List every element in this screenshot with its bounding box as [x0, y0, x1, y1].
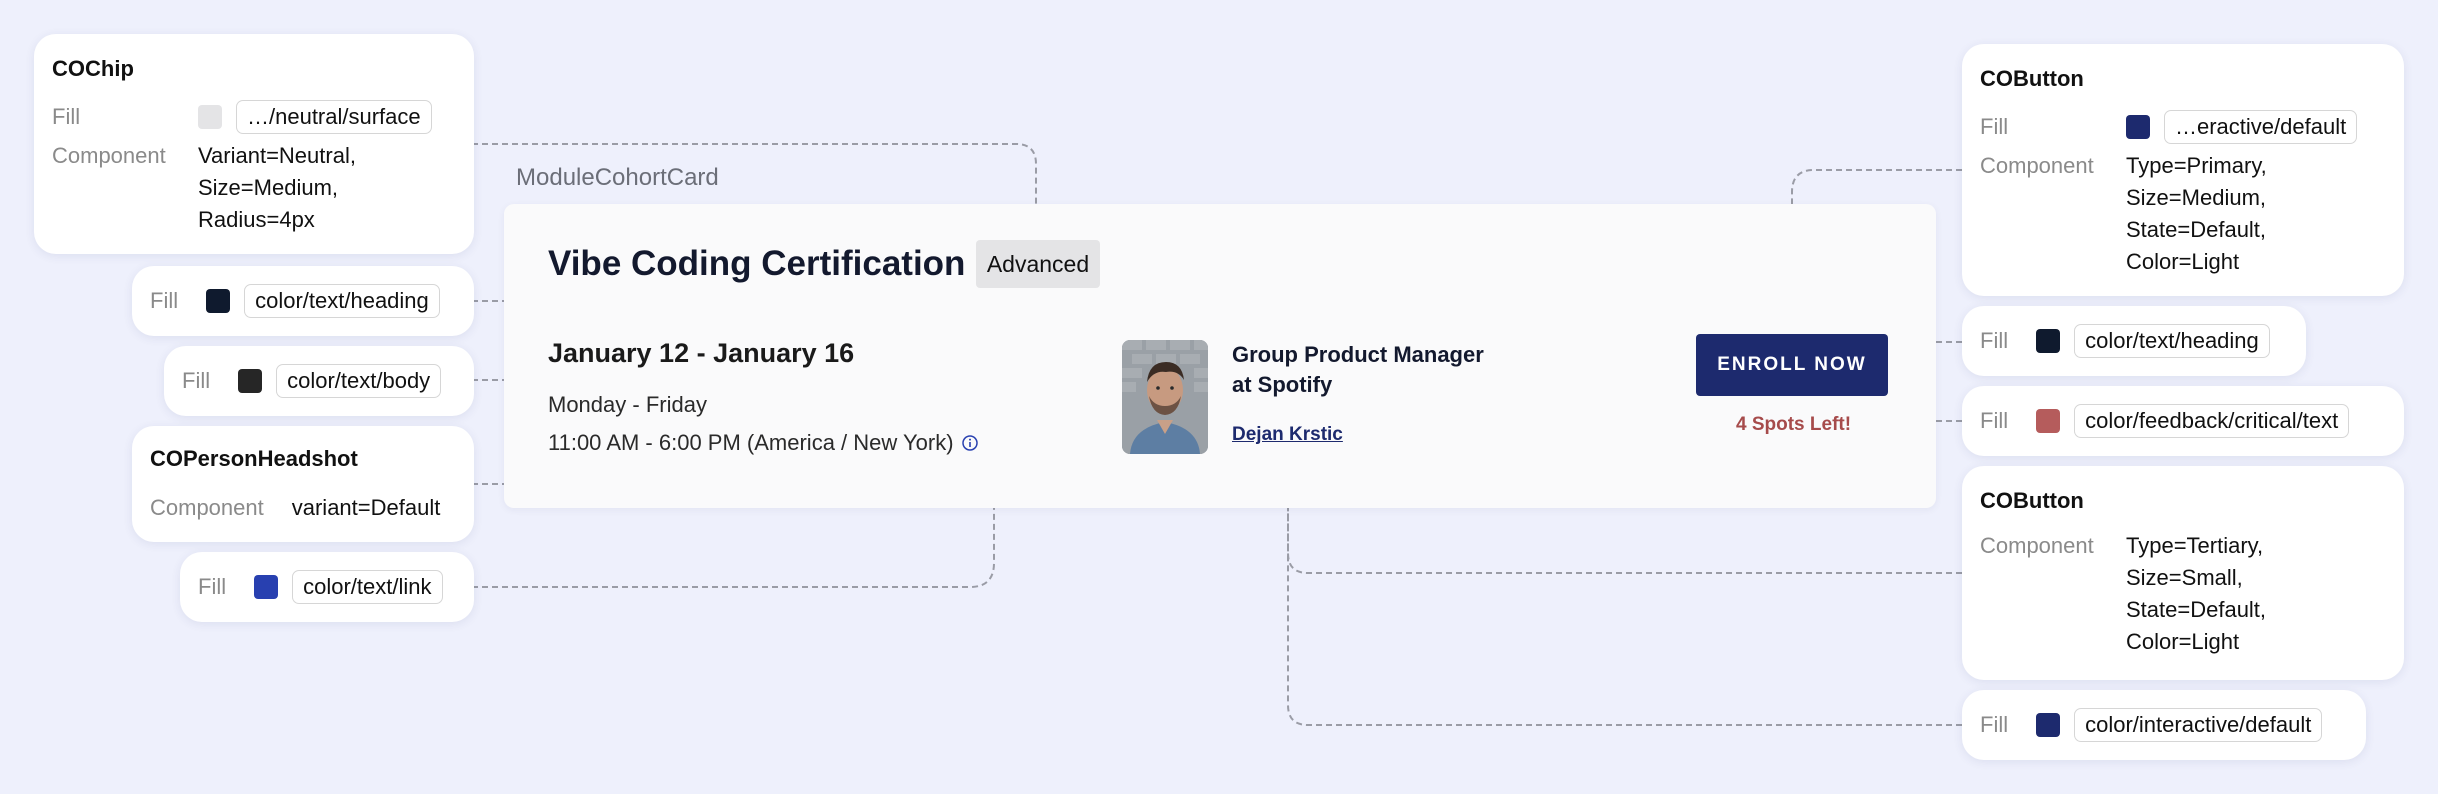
fill-token: color/feedback/critical/text	[2074, 404, 2350, 438]
component-value: Type=Primary, Size=Medium, State=Default…	[2126, 153, 2267, 274]
course-title: Vibe Coding Certification	[548, 244, 966, 283]
color-swatch	[206, 289, 231, 313]
fill-label: Fill	[150, 288, 179, 313]
annotation-fill-interactive: Fill color/interactive/default	[1962, 690, 2366, 760]
color-swatch	[2036, 329, 2061, 353]
component-label: Component	[1980, 153, 2094, 178]
fill-label: Fill	[1980, 114, 2009, 139]
fill-token: color/interactive/default	[2074, 708, 2323, 742]
schedule-time-row: 11:00 AM - 6:00 PM (America / New York)	[548, 430, 978, 456]
annotation-fill-body: Fill color/text/body	[164, 346, 474, 416]
fill-label: Fill	[52, 104, 81, 129]
annotation-fill-link: Fill color/text/link	[180, 552, 474, 622]
fill-token: color/text/heading	[2074, 324, 2270, 358]
enroll-now-button[interactable]: ENROLL NOW	[1696, 334, 1888, 396]
annotation-fill-heading-right: Fill color/text/heading	[1962, 306, 2306, 376]
schedule-days: Monday - Friday	[548, 392, 707, 417]
person-role: Group Product Manager at Spotify	[1232, 342, 1484, 397]
component-value: Variant=Neutral, Size=Medium, Radius=4px	[198, 143, 356, 232]
component-label: Component	[150, 495, 264, 520]
level-chip: Advanced	[976, 240, 1100, 288]
annotation-fill-heading: Fill color/text/heading	[132, 266, 474, 336]
component-value: Type=Tertiary, Size=Small, State=Default…	[2126, 533, 2267, 654]
fill-token: …/neutral/surface	[236, 100, 432, 134]
fill-token: color/text/link	[292, 570, 443, 604]
date-range: January 12 - January 16	[548, 338, 855, 368]
color-swatch	[2126, 115, 2150, 139]
schedule-time: 11:00 AM - 6:00 PM (America / New York)	[548, 430, 954, 455]
annotation-fill-critical: Fill color/feedback/critical/text	[1962, 386, 2404, 456]
annotation-copersonheadshot: COPersonHeadshot Component variant=Defau…	[132, 426, 474, 542]
fill-label: Fill	[1980, 328, 2009, 353]
annotation-title: COButton	[1980, 66, 2084, 91]
annotation-title: COPersonHeadshot	[150, 446, 358, 471]
info-icon[interactable]	[961, 435, 978, 451]
color-swatch	[238, 369, 263, 393]
annotation-cobutton-tertiary: COButton Component Type=Tertiary, Size=S…	[1962, 466, 2404, 680]
frame-label: ModuleCohortCard	[516, 164, 719, 191]
fill-label: Fill	[1980, 712, 2009, 737]
color-swatch	[254, 575, 279, 599]
color-swatch	[2036, 409, 2061, 433]
annotation-title: COButton	[1980, 488, 2084, 513]
annotation-cobutton-primary: COButton Fill …eractive/default Componen…	[1962, 44, 2404, 296]
fill-label: Fill	[182, 368, 211, 393]
spots-left-text: 4 Spots Left!	[1736, 414, 1852, 435]
component-label: Component	[1980, 533, 2094, 558]
color-swatch	[2036, 713, 2061, 737]
person-headshot	[1122, 340, 1208, 454]
module-cohort-card: Vibe Coding Certification Advanced Janua…	[504, 204, 1936, 508]
color-swatch	[198, 105, 222, 129]
fill-label: Fill	[1980, 408, 2009, 433]
component-label: Component	[52, 143, 166, 168]
fill-token: color/text/heading	[244, 284, 440, 318]
component-value: variant=Default	[291, 495, 441, 520]
annotation-cochip: COChip Fill …/neutral/surface Component …	[34, 34, 474, 254]
annotation-title: COChip	[52, 56, 134, 81]
person-name-link[interactable]: Dejan Krstic	[1232, 424, 1343, 446]
fill-token: color/text/body	[276, 364, 442, 398]
fill-token: …eractive/default	[2164, 110, 2358, 144]
fill-label: Fill	[198, 574, 227, 599]
